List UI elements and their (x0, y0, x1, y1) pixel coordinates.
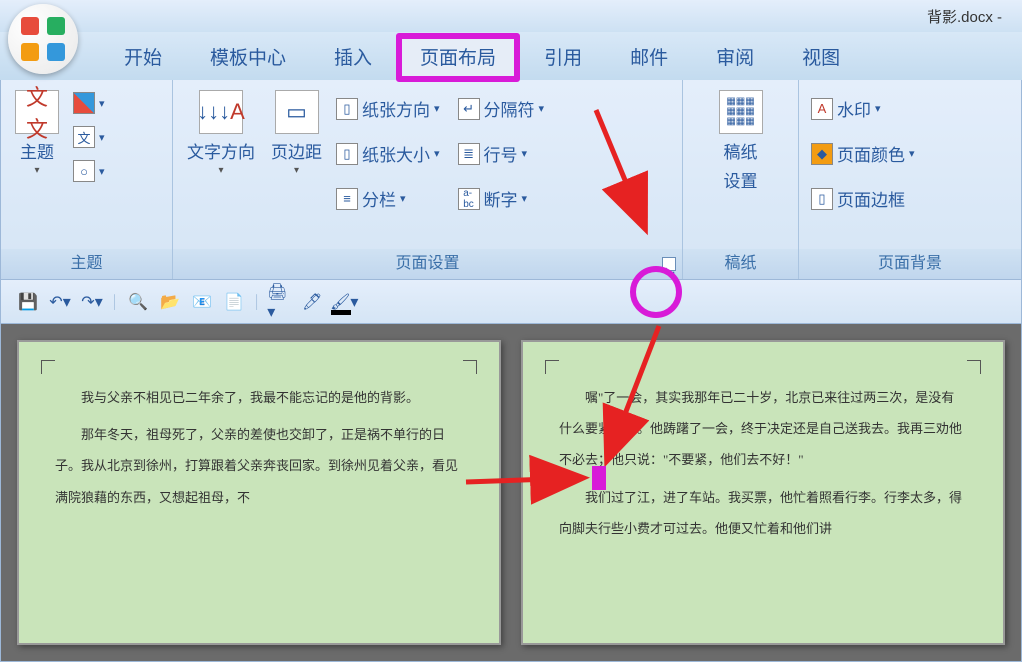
themes-button[interactable]: 文文 主题 ▾ (11, 86, 63, 180)
orientation-icon: ▯ (336, 98, 358, 120)
hyphenation-icon: a-bc (458, 188, 480, 210)
margins-label: 页边距 (271, 138, 322, 163)
orientation-button[interactable]: ▯ 纸张方向 ▾ (334, 92, 442, 125)
manuscript-settings-label: 设置 (724, 167, 758, 192)
quick-access-toolbar: 💾 ↶▾ ↷▾ │ 🔍 📂 📧 📄 │ 🖨▾ 🖊 🖌▾ (0, 280, 1022, 324)
manuscript-icon: ▦▦▦▦▦▦▦▦▦ (719, 90, 763, 134)
text-direction-label: 文字方向 (187, 138, 255, 163)
page-color-button[interactable]: ◆ 页面颜色 ▾ (809, 137, 917, 170)
line-numbers-icon: ≣ (458, 143, 480, 165)
breaks-button[interactable]: ↵ 分隔符 ▾ (456, 92, 547, 125)
crop-mark-icon (967, 360, 981, 374)
crop-mark-icon (41, 360, 55, 374)
group-label-theme: 主题 (1, 249, 172, 279)
hyphenation-button[interactable]: a-bc 断字 ▾ (456, 182, 547, 215)
themes-label: 主题 (20, 138, 54, 163)
paper-size-icon: ▯ (336, 143, 358, 165)
paragraph: 那年冬天，祖母死了，父亲的差使也交卸了，正是祸不单行的日子。我从北京到徐州，打算… (55, 419, 463, 513)
manuscript-label: 稿纸 (724, 138, 758, 163)
watermark-icon: A (811, 98, 833, 120)
redo-button[interactable]: ↷▾ (79, 289, 105, 315)
manuscript-button[interactable]: ▦▦▦▦▦▦▦▦▦ 稿纸 设置 (715, 86, 767, 196)
page-borders-button[interactable]: ▯ 页面边框 (809, 182, 917, 215)
crop-mark-icon (545, 360, 559, 374)
window-title: 背影.docx - (927, 6, 1002, 27)
text-direction-button[interactable]: ↓↓↓A 文字方向 ▾ (183, 86, 259, 180)
document-area: 我与父亲不相见已二年余了，我最不能忘记的是他的背影。 那年冬天，祖母死了，父亲的… (0, 324, 1022, 662)
ribbon-tabs: 开始 模板中心 插入 页面布局 引用 邮件 审阅 视图 (0, 32, 1022, 80)
paragraph: 我与父亲不相见已二年余了，我最不能忘记的是他的背影。 (55, 382, 463, 413)
tab-mailings[interactable]: 邮件 (606, 33, 692, 80)
crop-mark-icon (463, 360, 477, 374)
group-label-page-background: 页面背景 (799, 249, 1021, 279)
margins-icon: ▭ (275, 90, 319, 134)
theme-effects-button[interactable]: ○▾ (71, 156, 107, 186)
tab-references[interactable]: 引用 (520, 33, 606, 80)
columns-icon: ≡ (336, 188, 358, 210)
tab-template[interactable]: 模板中心 (186, 33, 310, 80)
fonts-icon: 文 (73, 126, 95, 148)
tab-review[interactable]: 审阅 (692, 33, 778, 80)
office-button[interactable] (8, 4, 78, 74)
paragraph: 嘱"了一会，其实我那年已二十岁，北京已来往过两三次，是没有什么要紧的了。他踌躇了… (559, 382, 967, 476)
page-1[interactable]: 我与父亲不相见已二年余了，我最不能忘记的是他的背影。 那年冬天，祖母死了，父亲的… (17, 340, 501, 645)
highlight-button[interactable]: 🖌▾ (331, 289, 357, 315)
email-button[interactable]: 📧 (189, 289, 215, 315)
paragraph: 我们过了江，进了车站。我买票，他忙着照看行李。行李太多，得向脚夫行些小费才可过去… (559, 482, 967, 544)
title-bar: 背影.docx - (0, 0, 1022, 32)
group-label-page-setup: 页面设置 ↘ (173, 249, 682, 279)
columns-button[interactable]: ≡ 分栏 ▾ (334, 182, 442, 215)
page-borders-icon: ▯ (811, 188, 833, 210)
margins-button[interactable]: ▭ 页边距 ▾ (267, 86, 326, 180)
text-direction-icon: ↓↓↓A (199, 90, 243, 134)
theme-fonts-button[interactable]: 文▾ (71, 122, 107, 152)
theme-icon: 文文 (15, 90, 59, 134)
tab-view[interactable]: 视图 (778, 33, 864, 80)
paper-size-button[interactable]: ▯ 纸张大小 ▾ (334, 137, 442, 170)
print-preview-button[interactable]: 🔍 (125, 289, 151, 315)
page-2[interactable]: 嘱"了一会，其实我那年已二十岁，北京已来往过两三次，是没有什么要紧的了。他踌躇了… (521, 340, 1005, 645)
breaks-icon: ↵ (458, 98, 480, 120)
effects-icon: ○ (73, 160, 95, 182)
tab-page-layout[interactable]: 页面布局 (396, 33, 520, 82)
ribbon: 文文 主题 ▾ ▾ 文▾ ○▾ 主题 ↓↓↓A 文字方向 (0, 80, 1022, 280)
undo-button[interactable]: ↶▾ (47, 289, 73, 315)
save-button[interactable]: 💾 (15, 289, 41, 315)
pen-button[interactable]: 🖊 (299, 289, 325, 315)
page-color-icon: ◆ (811, 143, 833, 165)
quick-print-button[interactable]: 🖨▾ (267, 289, 293, 315)
line-numbers-button[interactable]: ≣ 行号 ▾ (456, 137, 547, 170)
open-button[interactable]: 📂 (157, 289, 183, 315)
group-label-manuscript: 稿纸 (683, 249, 798, 279)
tab-insert[interactable]: 插入 (310, 33, 396, 80)
new-button[interactable]: 📄 (221, 289, 247, 315)
theme-colors-button[interactable]: ▾ (71, 88, 107, 118)
page-setup-launcher[interactable]: ↘ (662, 257, 676, 271)
colors-icon (73, 92, 95, 114)
office-logo-icon (21, 17, 65, 61)
tab-home[interactable]: 开始 (100, 33, 186, 80)
watermark-button[interactable]: A 水印 ▾ (809, 92, 917, 125)
